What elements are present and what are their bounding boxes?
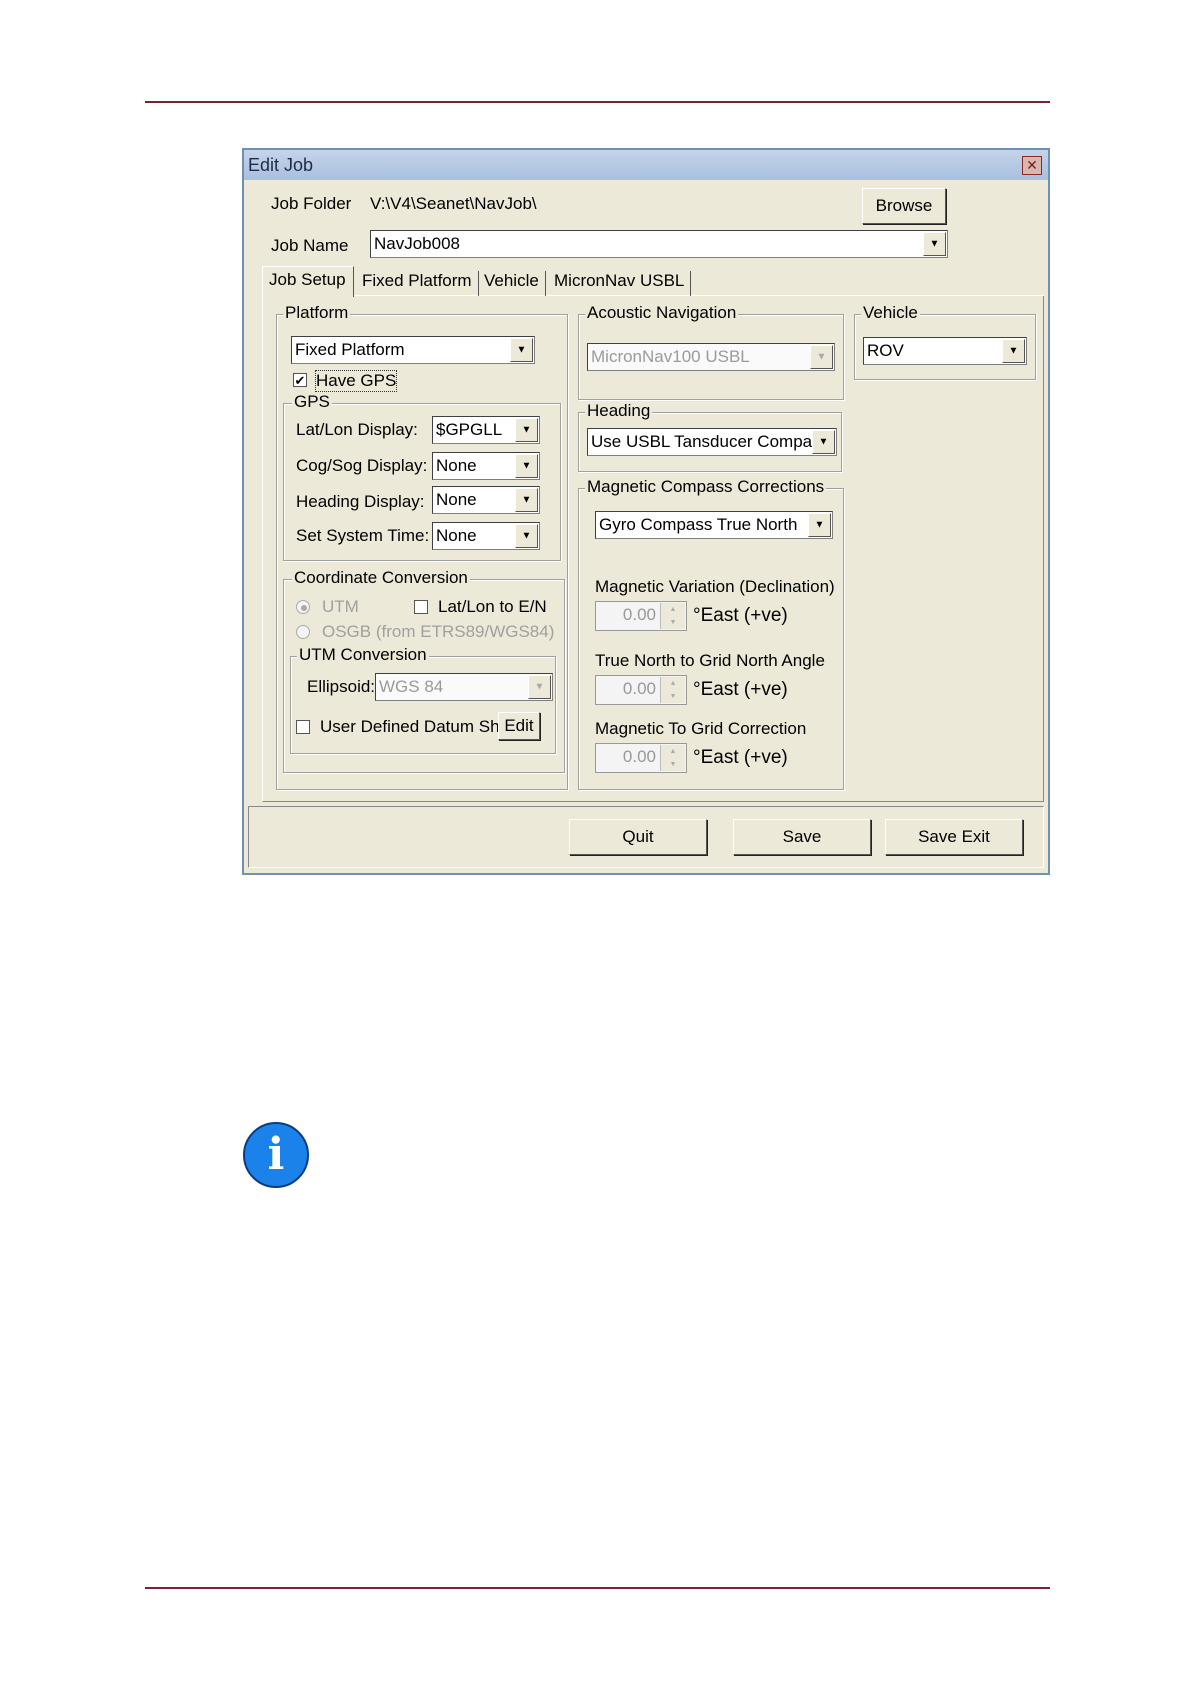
- chevron-down-icon[interactable]: ▼: [515, 454, 538, 478]
- tab-micronnav-usbl[interactable]: MicronNav USBL: [548, 271, 692, 296]
- tab-strip: Job Setup Fixed Platform Vehicle MicronN…: [262, 266, 1044, 297]
- heading-group: Heading Use USBL Tansducer Compas ▼: [578, 401, 842, 472]
- chevron-down-icon[interactable]: ▼: [515, 524, 538, 548]
- magnetic-variation-unit: °East (+ve): [693, 605, 788, 626]
- job-folder-label: Job Folder: [271, 194, 352, 213]
- have-gps-label: Have GPS: [315, 370, 398, 392]
- chevron-down-icon[interactable]: ▼: [515, 488, 538, 512]
- tab-fixed-platform[interactable]: Fixed Platform: [356, 271, 479, 296]
- magnetic-variation-value: 0.00: [622, 605, 656, 624]
- cogsog-display-select[interactable]: None ▼: [432, 452, 540, 480]
- job-name-combo[interactable]: NavJob008 ▼: [370, 230, 948, 258]
- spinner-arrows-icon[interactable]: ▲ ▼: [660, 745, 685, 771]
- magnetic-compass-value: Gyro Compass True North: [599, 515, 798, 534]
- browse-button[interactable]: Browse: [862, 188, 946, 224]
- utm-radio[interactable]: [296, 600, 310, 614]
- job-name-value: NavJob008: [374, 234, 461, 253]
- set-system-time-label: Set System Time:: [296, 526, 430, 545]
- heading-display-value: None: [436, 490, 477, 509]
- cogsog-display-value: None: [436, 456, 477, 475]
- latlon-display-value: $GPGLL: [436, 420, 503, 439]
- job-name-label: Job Name: [271, 236, 349, 255]
- magnetic-compass-title: Magnetic Compass Corrections: [585, 477, 827, 497]
- close-icon[interactable]: ✕: [1022, 156, 1042, 175]
- chevron-down-icon[interactable]: ▼: [510, 338, 533, 362]
- magnetic-variation-label: Magnetic Variation (Declination): [595, 577, 835, 596]
- heading-select[interactable]: Use USBL Tansducer Compas ▼: [587, 428, 837, 456]
- heading-display-select[interactable]: None ▼: [432, 486, 540, 514]
- magnetic-to-grid-label: Magnetic To Grid Correction: [595, 719, 807, 738]
- chevron-down-icon[interactable]: ▼: [808, 513, 831, 537]
- set-system-time-value: None: [436, 526, 477, 545]
- acoustic-navigation-group: Acoustic Navigation MicronNav100 USBL ▼: [578, 303, 844, 400]
- magnetic-compass-group: Magnetic Compass Corrections Gyro Compas…: [578, 477, 844, 790]
- vehicle-group: Vehicle ROV ▼: [854, 303, 1036, 380]
- magnetic-to-grid-spinner[interactable]: 0.00 ▲ ▼: [595, 743, 687, 773]
- platform-group: Platform Fixed Platform ▼ ✔ Have GPS GPS…: [276, 303, 568, 790]
- acoustic-navigation-value: MicronNav100 USBL: [591, 347, 750, 366]
- true-north-value: 0.00: [622, 679, 656, 698]
- magnetic-variation-spinner[interactable]: 0.00 ▲ ▼: [595, 601, 687, 631]
- utm-conversion-title: UTM Conversion: [297, 645, 429, 665]
- latlon-display-label: Lat/Lon Display:: [296, 420, 418, 439]
- vehicle-select[interactable]: ROV ▼: [863, 337, 1027, 365]
- acoustic-navigation-title: Acoustic Navigation: [585, 303, 739, 323]
- coordinate-conversion-title: Coordinate Conversion: [292, 568, 470, 588]
- footer-rule: [145, 1587, 1050, 1589]
- job-folder-value: V:\V4\Seanet\NavJob\: [370, 194, 537, 213]
- osgb-label: OSGB (from ETRS89/WGS84): [322, 622, 555, 641]
- user-datum-label: User Defined Datum Shift: [320, 717, 513, 736]
- utm-label: UTM: [322, 597, 359, 616]
- chevron-down-icon[interactable]: ▼: [515, 418, 538, 442]
- heading-value: Use USBL Tansducer Compas: [591, 432, 821, 451]
- edit-datum-button[interactable]: Edit: [498, 712, 540, 740]
- chevron-down-icon[interactable]: ▼: [810, 345, 833, 369]
- header-rule: [145, 101, 1050, 103]
- chevron-down-icon[interactable]: ▼: [923, 232, 946, 256]
- chevron-down-icon[interactable]: ▼: [812, 430, 835, 454]
- coordinate-conversion-group: Coordinate Conversion UTM Lat/Lon to E/N…: [283, 568, 565, 773]
- gps-group: GPS Lat/Lon Display: $GPGLL ▼ Cog/Sog Di…: [283, 392, 561, 561]
- chevron-down-icon[interactable]: ▼: [528, 675, 551, 699]
- true-north-unit: °East (+ve): [693, 679, 788, 700]
- tab-job-setup[interactable]: Job Setup: [262, 266, 354, 297]
- vehicle-group-title: Vehicle: [861, 303, 920, 323]
- osgb-radio[interactable]: [296, 625, 310, 639]
- ellipsoid-select[interactable]: WGS 84 ▼: [375, 673, 553, 701]
- magnetic-to-grid-value: 0.00: [622, 747, 656, 766]
- spinner-arrows-icon[interactable]: ▲ ▼: [660, 603, 685, 629]
- gps-group-title: GPS: [292, 392, 332, 412]
- platform-selected: Fixed Platform: [295, 340, 405, 359]
- tab-vehicle[interactable]: Vehicle: [478, 271, 546, 296]
- chevron-down-icon[interactable]: ▼: [1002, 339, 1025, 363]
- acoustic-navigation-select[interactable]: MicronNav100 USBL ▼: [587, 343, 835, 371]
- platform-group-title: Platform: [283, 303, 351, 323]
- magnetic-to-grid-unit: °East (+ve): [693, 747, 788, 768]
- heading-group-title: Heading: [585, 401, 653, 421]
- set-system-time-select[interactable]: None ▼: [432, 522, 540, 550]
- spinner-arrows-icon[interactable]: ▲ ▼: [660, 677, 685, 703]
- latlon-en-checkbox[interactable]: [414, 600, 428, 614]
- quit-button[interactable]: Quit: [569, 819, 707, 855]
- save-button[interactable]: Save: [733, 819, 871, 855]
- vehicle-value: ROV: [867, 341, 904, 360]
- dialog-title: Edit Job: [248, 155, 314, 175]
- heading-display-label: Heading Display:: [296, 492, 425, 511]
- true-north-label: True North to Grid North Angle: [595, 651, 825, 670]
- true-north-spinner[interactable]: 0.00 ▲ ▼: [595, 675, 687, 705]
- have-gps-checkbox[interactable]: ✔: [293, 373, 307, 387]
- ellipsoid-label: Ellipsoid:: [307, 677, 376, 696]
- latlon-en-label: Lat/Lon to E/N: [438, 597, 547, 616]
- user-datum-checkbox[interactable]: [296, 720, 310, 734]
- save-exit-button[interactable]: Save Exit: [885, 819, 1023, 855]
- info-icon: i: [243, 1122, 309, 1188]
- title-bar[interactable]: Edit Job ✕: [244, 150, 1048, 180]
- magnetic-compass-select[interactable]: Gyro Compass True North ▼: [595, 511, 833, 539]
- platform-select[interactable]: Fixed Platform ▼: [291, 336, 535, 364]
- latlon-display-select[interactable]: $GPGLL ▼: [432, 416, 540, 444]
- ellipsoid-value: WGS 84: [379, 677, 444, 696]
- cogsog-display-label: Cog/Sog Display:: [296, 456, 428, 475]
- edit-job-dialog: Edit Job ✕ Job Folder V:\V4\Seanet\NavJo…: [242, 148, 1050, 875]
- footer-bar: Quit Save Save Exit: [248, 806, 1044, 868]
